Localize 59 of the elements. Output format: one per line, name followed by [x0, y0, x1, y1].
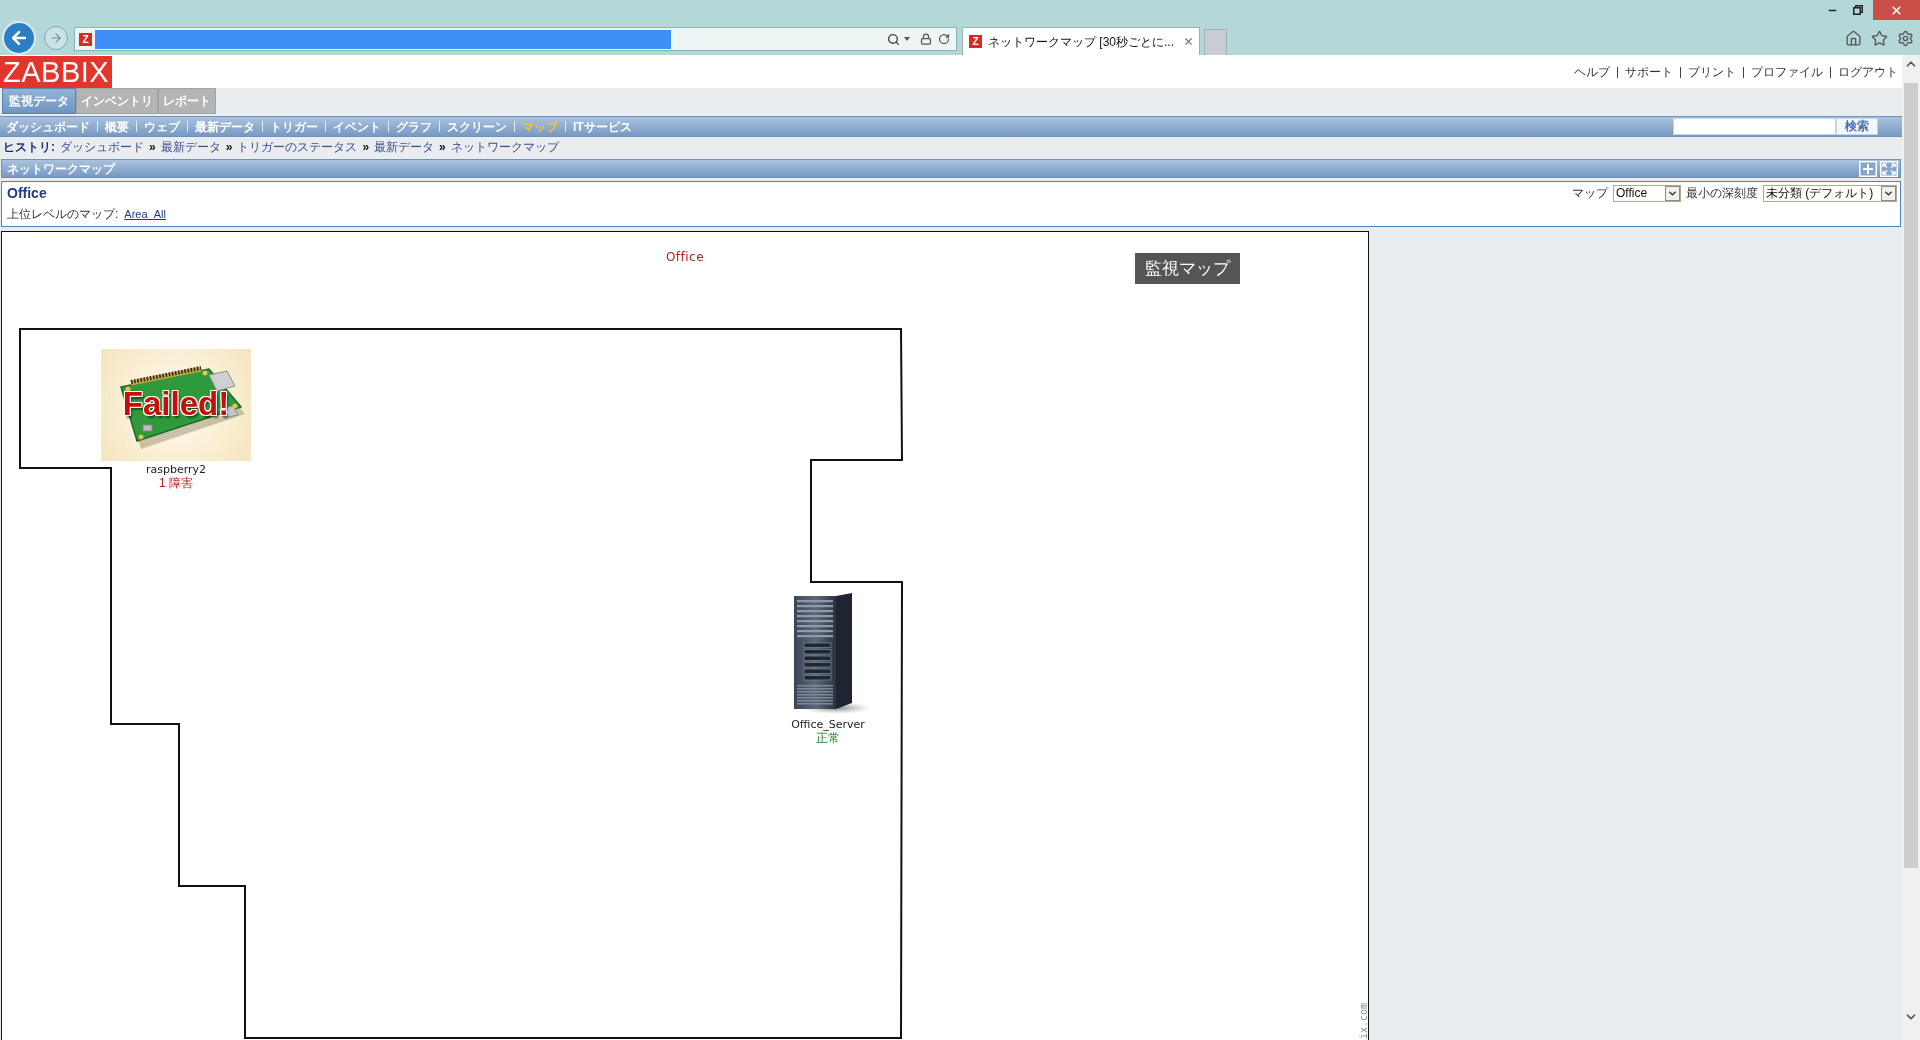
lock-icon[interactable] — [920, 33, 932, 45]
tab-title: ネットワークマップ [30秒ごとに... — [988, 33, 1175, 51]
settings-icon[interactable] — [1897, 30, 1914, 47]
site-favicon: Z — [79, 32, 92, 46]
node-status: 1 障害 — [159, 476, 193, 490]
refresh-icon[interactable] — [938, 33, 950, 45]
history-link[interactable]: ネットワークマップ — [450, 138, 559, 156]
breadcrumb-separator: » — [439, 139, 446, 156]
search-icon[interactable] — [887, 32, 900, 46]
browser-tab[interactable]: Z ネットワークマップ [30秒ごとに... — [962, 27, 1200, 55]
history-link[interactable]: トリガーのステータス — [237, 138, 358, 156]
header-link[interactable]: ヘルプ — [1574, 63, 1610, 81]
map-label: 監視マップ — [1135, 253, 1240, 284]
map-name: Office — [7, 184, 48, 203]
map-title: Office — [665, 250, 705, 264]
breadcrumb-separator: » — [225, 139, 233, 156]
map-select-label: マップ — [1572, 185, 1608, 202]
history-link[interactable]: ダッシュボード — [60, 138, 144, 156]
home-icon[interactable] — [1845, 30, 1862, 47]
history-link[interactable]: 最新データ — [374, 138, 435, 156]
close-tab-icon[interactable] — [1183, 36, 1194, 47]
panel-title: ネットワークマップ — [7, 160, 115, 178]
history-label: ヒストリ: — [3, 139, 55, 156]
zabbix-logo[interactable]: ZABBIX — [0, 56, 113, 88]
restore-icon — [1853, 5, 1863, 15]
severity-select-label: 最小の深刻度 — [1686, 185, 1758, 202]
scrollbar[interactable] — [1902, 55, 1920, 1040]
breadcrumb-separator: » — [149, 139, 156, 156]
breadcrumb-separator: » — [362, 139, 370, 156]
header-link[interactable]: サポート — [1625, 63, 1673, 81]
add-icon[interactable] — [1859, 160, 1877, 177]
history-link[interactable]: 最新データ — [160, 138, 221, 156]
tab-favicon: Z — [969, 35, 982, 48]
header-link[interactable]: プリント — [1688, 63, 1736, 81]
star-icon[interactable] — [1871, 30, 1888, 47]
severity-select[interactable]: 未分類 (デフォルト) — [1763, 185, 1897, 202]
dropdown-caret-icon[interactable] — [904, 37, 910, 41]
dropdown-caret-icon — [1881, 186, 1896, 201]
fullscreen-icon[interactable] — [1880, 160, 1898, 177]
forward-arrow-icon — [49, 31, 63, 45]
back-button[interactable] — [2, 21, 36, 55]
node-name: raspberry2 — [145, 463, 207, 476]
node-status: 正常 — [816, 731, 840, 745]
map-footer-text: ix.com — [1358, 1002, 1368, 1040]
parent-map-label: 上位レベルのマップ: — [7, 206, 119, 223]
main-tab[interactable]: 監視データ — [2, 88, 76, 114]
dropdown-caret-icon — [1665, 186, 1680, 201]
search-button[interactable]: 検索 — [1836, 118, 1878, 135]
close-icon — [1890, 3, 1903, 17]
map-select[interactable]: Office — [1613, 185, 1681, 202]
header-link[interactable]: プロファイル — [1751, 63, 1823, 81]
back-arrow-icon — [9, 28, 29, 48]
node-name: Office_Server — [791, 718, 865, 731]
address-bar[interactable]: Z — [74, 27, 957, 51]
header-link[interactable]: ログアウト — [1838, 63, 1898, 81]
failed-overlay-text: Failed! — [121, 387, 231, 420]
parent-map-link[interactable]: Area_All — [124, 205, 166, 223]
search-field[interactable] — [1673, 118, 1836, 135]
scrollbar-thumb[interactable] — [1904, 83, 1918, 868]
